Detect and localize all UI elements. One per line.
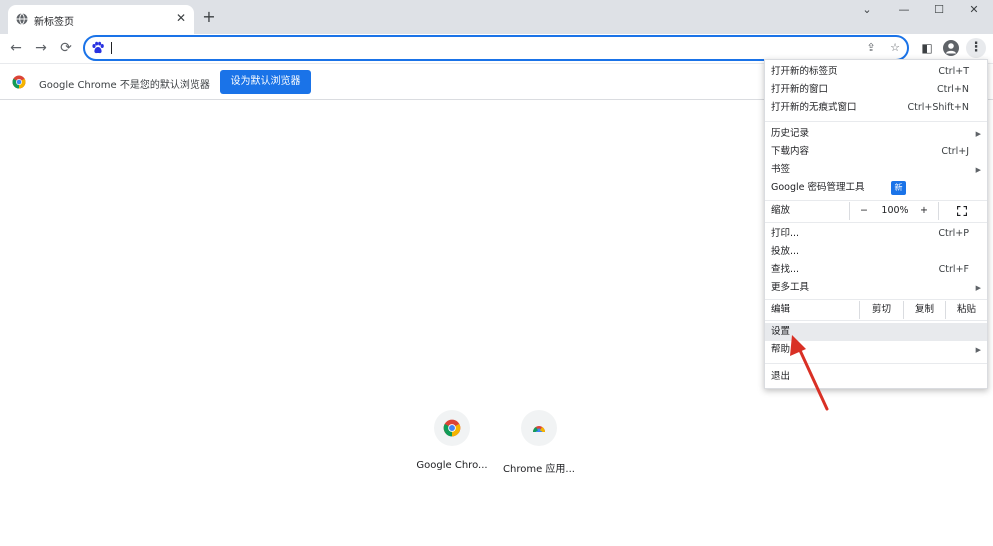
menu-label: 打印...: [771, 228, 800, 239]
menu-label: 打开新的标签页: [771, 66, 838, 77]
omnibox-input[interactable]: [109, 40, 849, 56]
menu-item-exit[interactable]: 退出: [765, 368, 987, 386]
menu-separator: [765, 222, 987, 223]
chrome-menu-button[interactable]: ⋮: [966, 38, 986, 58]
baidu-paw-icon: [92, 41, 104, 54]
menu-label: 查找...: [771, 264, 800, 275]
menu-label: 更多工具: [771, 282, 810, 293]
menu-label: 历史记录: [771, 128, 810, 139]
text-caret: [111, 42, 112, 54]
globe-icon: [16, 13, 28, 25]
submenu-arrow-icon: ▶: [975, 346, 981, 354]
fullscreen-icon[interactable]: [957, 206, 967, 216]
menu-item-help[interactable]: 帮助 ▶: [765, 341, 987, 359]
submenu-arrow-icon: ▶: [975, 166, 981, 174]
reload-button[interactable]: ⟳: [57, 39, 75, 57]
menu-item-cast[interactable]: 投放...: [765, 243, 987, 261]
menu-label: 打开新的无痕式窗口: [771, 102, 857, 113]
menu-label: 打开新的窗口: [771, 84, 829, 95]
forward-button[interactable]: →: [32, 39, 50, 57]
menu-item-new-window[interactable]: 打开新的窗口 Ctrl+N: [765, 81, 987, 99]
back-button[interactable]: ←: [7, 39, 25, 57]
minimize-button[interactable]: —: [888, 2, 920, 18]
menu-separator: [765, 320, 987, 321]
shortcut-google-chrome[interactable]: Google Chro...: [412, 410, 492, 480]
zoom-level: 100%: [881, 205, 909, 216]
menu-label: 下载内容: [771, 146, 810, 157]
tab-search-icon[interactable]: ⌄: [851, 2, 883, 18]
tab-strip: 新标签页 ✕ + ⌄ — ☐ ✕: [0, 0, 993, 34]
menu-item-zoom: 缩放 − 100% +: [765, 202, 987, 220]
infobar-message: Google Chrome 不是您的默认浏览器: [39, 80, 210, 91]
profile-avatar-icon[interactable]: [943, 40, 959, 56]
menu-item-downloads[interactable]: 下载内容 Ctrl+J: [765, 143, 987, 161]
cut-button[interactable]: 剪切: [859, 301, 903, 319]
menu-separator: [765, 200, 987, 201]
menu-item-new-incognito-window[interactable]: 打开新的无痕式窗口 Ctrl+Shift+N: [765, 99, 987, 117]
chrome-logo-icon: [12, 75, 26, 89]
menu-shortcut: Ctrl+F: [938, 264, 969, 275]
side-panel-icon[interactable]: ◧: [918, 39, 936, 57]
menu-item-password-manager[interactable]: Google 密码管理工具 新: [765, 179, 987, 197]
submenu-arrow-icon: ▶: [975, 284, 981, 292]
zoom-in-button[interactable]: +: [918, 202, 930, 220]
menu-shortcut: Ctrl+P: [938, 228, 969, 239]
menu-label: 帮助: [771, 344, 791, 355]
shortcut-chrome-apps[interactable]: Chrome 应用...: [499, 410, 579, 480]
zoom-out-button[interactable]: −: [858, 202, 870, 220]
close-window-button[interactable]: ✕: [958, 2, 990, 18]
menu-shortcut: Ctrl+Shift+N: [907, 102, 969, 113]
tab-new-tab[interactable]: 新标签页 ✕: [8, 5, 194, 34]
menu-item-new-tab[interactable]: 打开新的标签页 Ctrl+T: [765, 63, 987, 81]
submenu-arrow-icon: ▶: [975, 130, 981, 138]
menu-item-settings[interactable]: 设置: [765, 323, 987, 341]
menu-label: 设置: [771, 326, 791, 337]
menu-item-edit: 编辑 剪切 复制 粘贴: [765, 301, 987, 319]
menu-separator: [765, 363, 987, 364]
menu-label: Google 密码管理工具: [771, 182, 865, 193]
shortcut-tile: [434, 410, 470, 446]
new-badge: 新: [891, 181, 906, 195]
menu-separator: [765, 121, 987, 122]
menu-item-find[interactable]: 查找... Ctrl+F: [765, 261, 987, 279]
menu-shortcut: Ctrl+T: [938, 66, 969, 77]
menu-shortcut: Ctrl+J: [941, 146, 969, 157]
chrome-main-menu: 打开新的标签页 Ctrl+T 打开新的窗口 Ctrl+N 打开新的无痕式窗口 C…: [764, 59, 988, 389]
menu-shortcut: Ctrl+N: [937, 84, 969, 95]
maximize-button[interactable]: ☐: [923, 2, 955, 18]
menu-label: 投放...: [771, 246, 800, 257]
menu-label: 书签: [771, 164, 791, 175]
chrome-web-store-icon: [533, 426, 545, 432]
new-tab-button[interactable]: +: [200, 8, 218, 26]
bookmark-star-icon[interactable]: ☆: [887, 40, 903, 56]
menu-label: 编辑: [771, 304, 791, 315]
address-bar[interactable]: ⇪ ☆: [83, 35, 909, 61]
paste-button[interactable]: 粘贴: [945, 301, 987, 319]
shortcut-tile: [521, 410, 557, 446]
menu-item-print[interactable]: 打印... Ctrl+P: [765, 225, 987, 243]
person-icon: [946, 43, 956, 54]
share-icon[interactable]: ⇪: [863, 40, 879, 56]
menu-separator: [765, 299, 987, 300]
copy-button[interactable]: 复制: [903, 301, 945, 319]
menu-label: 缩放: [771, 205, 791, 216]
chrome-logo-icon: [443, 419, 461, 437]
zoom-controls: − 100% +: [849, 202, 939, 220]
shortcut-label: Chrome 应用...: [503, 464, 575, 475]
menu-label: 退出: [771, 371, 791, 382]
menu-item-more-tools[interactable]: 更多工具 ▶: [765, 279, 987, 297]
menu-item-bookmarks[interactable]: 书签 ▶: [765, 161, 987, 179]
menu-item-history[interactable]: 历史记录 ▶: [765, 125, 987, 143]
shortcut-label: Google Chro...: [416, 460, 488, 471]
tab-title: 新标签页: [34, 17, 74, 28]
close-tab-icon[interactable]: ✕: [174, 11, 188, 25]
set-default-browser-button[interactable]: 设为默认浏览器: [220, 70, 311, 94]
